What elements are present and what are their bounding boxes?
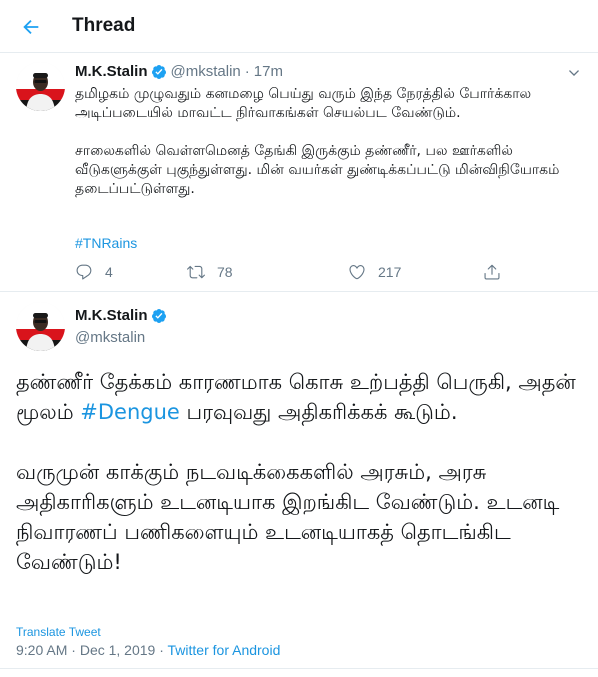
tweet-actions: 4 78 217 [75, 261, 515, 285]
author-name-row: M.K.Stalin [75, 307, 171, 324]
avatar[interactable] [16, 62, 65, 111]
author-handle[interactable]: @mkstalin [171, 63, 241, 80]
share-button[interactable] [483, 263, 501, 281]
avatar[interactable] [16, 302, 65, 351]
separator-dot: · [71, 642, 76, 658]
tweet-text: தண்ணீர் தேக்கம் காரணமாக கொசு உற்பத்தி பெ… [16, 367, 581, 607]
author-handle[interactable]: @mkstalin [75, 329, 145, 346]
separator-dot: · [244, 63, 250, 80]
tweet-author: M.K.Stalin @mkstalin · 17m [75, 63, 283, 80]
separator-dot: · [159, 642, 164, 658]
tweet-date[interactable]: Dec 1, 2019 [80, 642, 156, 658]
retweet-button[interactable]: 78 [187, 263, 233, 281]
translate-tweet-link[interactable]: Translate Tweet [16, 625, 101, 639]
tweet-source-link[interactable]: Twitter for Android [168, 642, 281, 658]
retweet-count: 78 [217, 264, 233, 280]
tweet-paragraph: தண்ணீர் தேக்கம் காரணமாக கொசு உற்பத்தி பெ… [16, 367, 581, 427]
tweet-metadata: 9:20 AM · Dec 1, 2019 · Twitter for Andr… [16, 642, 280, 658]
chevron-down-icon[interactable] [566, 65, 582, 81]
retweet-icon [187, 265, 205, 279]
tweet-time[interactable]: 9:20 AM [16, 642, 67, 658]
back-arrow-icon [23, 19, 39, 35]
author-name[interactable]: M.K.Stalin [75, 63, 148, 80]
reply-icon [76, 264, 92, 280]
like-count: 217 [378, 264, 402, 280]
thread-header: Thread [0, 0, 598, 53]
tweet-text: தமிழகம் முழுவதும் கனமழை பெய்து வரும் இந்… [75, 85, 575, 218]
heart-icon [349, 265, 365, 280]
parent-tweet[interactable]: M.K.Stalin @mkstalin · 17m தமிழகம் முழுவ… [0, 53, 598, 292]
hashtag-link[interactable]: #Dengue [80, 400, 180, 424]
text-span: பரவுவது அதிகரிக்கக் கூடும். [179, 400, 458, 424]
reply-button[interactable]: 4 [75, 263, 113, 281]
focused-tweet: M.K.Stalin @mkstalin தண்ணீர் தேக்கம் கார… [0, 292, 598, 677]
tweet-time[interactable]: 17m [254, 63, 283, 80]
tweet-paragraph: வருமுன் காக்கும் நடவடிக்கைகளில் அரசும், … [16, 460, 560, 574]
tweet-paragraph: தமிழகம் முழுவதும் கனமழை பெய்து வரும் இந்… [75, 86, 532, 121]
page-title: Thread [72, 15, 136, 36]
tweet-paragraph: சாலைகளில் வெள்ளமெனத் தேங்கி இருக்கும் தண… [75, 143, 560, 197]
back-button[interactable] [14, 10, 48, 44]
hashtag-link[interactable]: #TNRains [75, 235, 137, 251]
verified-badge-icon [151, 64, 166, 79]
author-name[interactable]: M.K.Stalin [75, 307, 148, 324]
profile-photo [16, 62, 65, 111]
divider [0, 668, 598, 669]
profile-photo [16, 302, 65, 351]
like-button[interactable]: 217 [348, 263, 401, 281]
share-icon [484, 264, 500, 280]
reply-count: 4 [105, 264, 113, 280]
verified-badge-icon [151, 308, 166, 323]
